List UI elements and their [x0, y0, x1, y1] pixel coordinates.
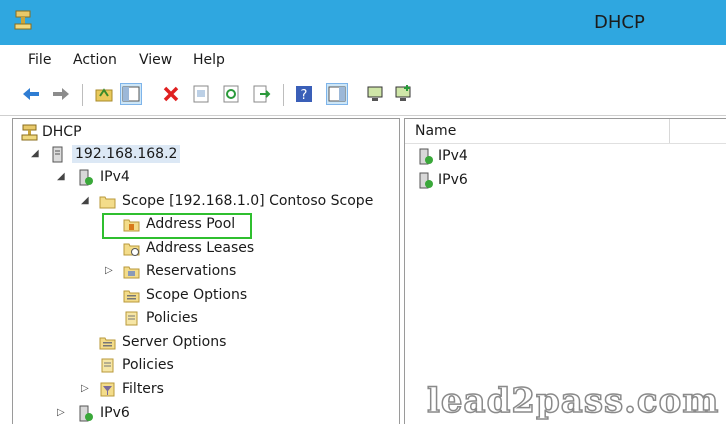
policies-icon [125, 311, 138, 325]
tree-node-scope-options[interactable]: Scope Options [123, 284, 247, 306]
highlight-box [102, 213, 252, 239]
column-header[interactable]: Name [405, 119, 726, 144]
column-name[interactable]: Name [415, 123, 456, 139]
menu-file[interactable]: File [28, 52, 51, 68]
list-item[interactable]: IPv4 [417, 145, 468, 167]
column-divider[interactable] [669, 119, 670, 143]
filters-icon [100, 382, 115, 396]
toolbar: ? [0, 75, 726, 116]
dhcp-app-icon [14, 10, 32, 30]
address-leases-icon [123, 243, 140, 256]
scope-options-icon [123, 290, 140, 302]
menu-action[interactable]: Action [73, 52, 117, 68]
collapsed-arrow-icon[interactable]: ▷ [81, 383, 89, 394]
dhcp-icon [21, 124, 38, 140]
up-folder-icon[interactable] [93, 83, 115, 105]
console-tree: DHCP ◢ 192.168.168.2 ◢ IPv4 ◢ Scope [192… [12, 118, 400, 424]
computer-icon[interactable] [364, 83, 386, 105]
expanded-arrow-icon[interactable]: ◢ [57, 171, 65, 182]
policies-icon [101, 358, 114, 372]
show-hide-tree-icon[interactable] [120, 83, 142, 105]
reservations-icon [123, 266, 140, 278]
ipv4-icon [79, 169, 93, 185]
watermark: lead2pass.com [426, 380, 720, 422]
ipv6-icon [79, 405, 93, 421]
menu-view[interactable]: View [139, 52, 172, 68]
server-icon [52, 146, 63, 162]
back-icon[interactable] [20, 83, 42, 105]
help-icon[interactable]: ? [293, 83, 315, 105]
tree-node-scope-policies[interactable]: Policies [123, 307, 198, 329]
delete-icon[interactable] [160, 83, 182, 105]
export-list-icon[interactable] [250, 83, 272, 105]
tree-node-reservations[interactable]: Reservations [123, 260, 236, 282]
refresh-icon[interactable] [220, 83, 242, 105]
expanded-arrow-icon[interactable]: ◢ [81, 195, 89, 206]
tree-node-scope[interactable]: Scope [192.168.1.0] Contoso Scope [99, 190, 373, 212]
results-list: Name IPv4 IPv6 [404, 118, 726, 424]
forward-icon[interactable] [50, 83, 72, 105]
window-title: DHCP [594, 12, 645, 33]
properties-icon[interactable] [190, 83, 212, 105]
tree-node-server-options[interactable]: Server Options [99, 331, 226, 353]
menu-bar: File Action View Help [0, 45, 726, 75]
collapsed-arrow-icon[interactable]: ▷ [105, 265, 113, 276]
folder-icon [99, 196, 116, 208]
expanded-arrow-icon[interactable]: ◢ [31, 148, 39, 159]
server-options-icon [99, 337, 116, 349]
tree-node-server[interactable]: 192.168.168.2 [49, 143, 181, 165]
tree-node-ipv4[interactable]: IPv4 [77, 166, 130, 188]
svg-text:?: ? [301, 88, 308, 103]
computer-add-icon[interactable] [392, 83, 414, 105]
collapsed-arrow-icon[interactable]: ▷ [57, 407, 65, 418]
tree-node-policies[interactable]: Policies [99, 354, 174, 376]
ipv6-icon [419, 172, 433, 188]
tree-node-ipv6[interactable]: IPv6 [77, 402, 130, 424]
title-bar: DHCP [0, 0, 726, 45]
menu-help[interactable]: Help [193, 52, 225, 68]
ipv4-icon [419, 148, 433, 164]
tree-node-address-leases[interactable]: Address Leases [123, 237, 254, 259]
tree-node-dhcp[interactable]: DHCP [21, 121, 82, 143]
show-hide-action-pane-icon[interactable] [326, 83, 348, 105]
list-item[interactable]: IPv6 [417, 169, 468, 191]
tree-node-filters[interactable]: Filters [99, 378, 164, 400]
